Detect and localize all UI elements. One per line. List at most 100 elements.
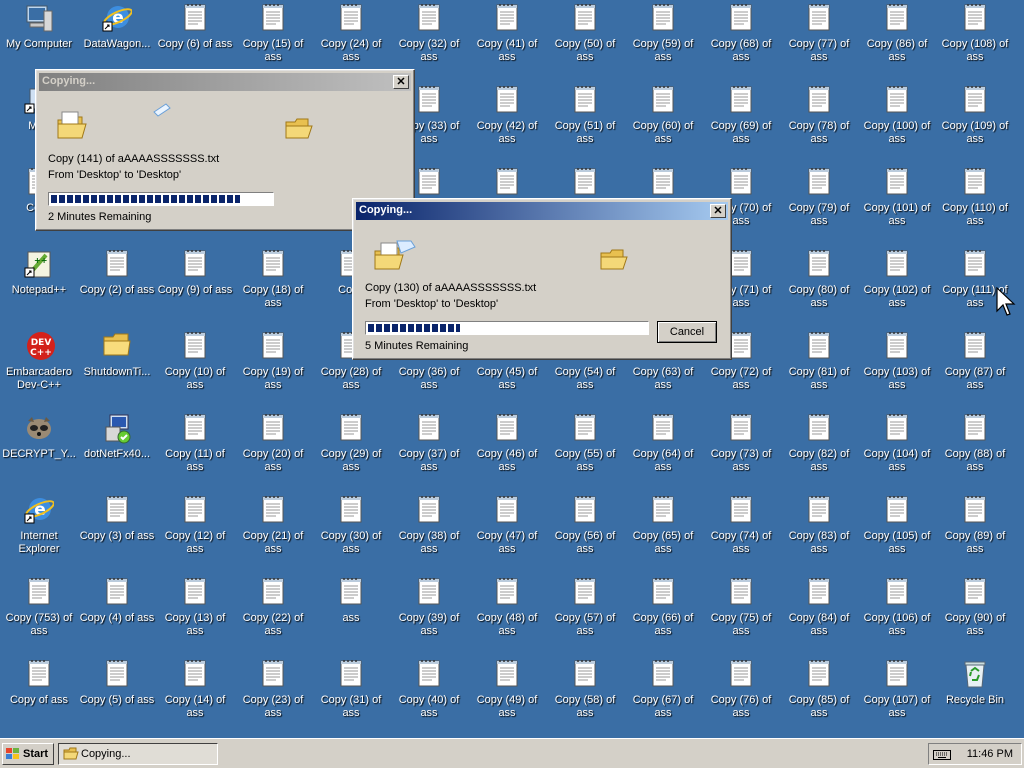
close-button[interactable]: ✕ <box>393 75 409 89</box>
desktop-icon[interactable]: Copy (68) of ass <box>702 0 780 82</box>
desktop-icon[interactable]: Copy (2) of ass <box>78 246 156 328</box>
desktop-icon[interactable]: Copy (85) of ass <box>780 656 858 738</box>
desktop-icon[interactable]: Copy (41) of ass <box>468 0 546 82</box>
text-file-icon <box>492 3 522 35</box>
desktop-icon[interactable]: Copy (77) of ass <box>780 0 858 82</box>
start-button[interactable]: Start <box>2 743 54 765</box>
desktop-icon[interactable]: Copy (84) of ass <box>780 574 858 656</box>
desktop-icon[interactable]: Copy (88) of ass <box>936 410 1014 492</box>
desktop-icon-label: Copy (49) of ass <box>476 694 538 719</box>
desktop-icon[interactable]: Recycle Bin <box>936 656 1014 738</box>
desktop-icon[interactable]: Copy (55) of ass <box>546 410 624 492</box>
desktop-icon[interactable]: Copy (753) of ass <box>0 574 78 656</box>
desktop-icon[interactable]: Copy (29) of ass <box>312 410 390 492</box>
keyboard-icon[interactable] <box>933 748 951 760</box>
desktop-icon[interactable]: Copy (48) of ass <box>468 574 546 656</box>
desktop-icon[interactable]: Copy (87) of ass <box>936 328 1014 410</box>
desktop-icon[interactable]: dotNetFx40... <box>78 410 156 492</box>
desktop-icon[interactable]: Copy (86) of ass <box>858 0 936 82</box>
desktop-icon[interactable]: Copy (10) of ass <box>156 328 234 410</box>
desktop-icon[interactable]: Copy (22) of ass <box>234 574 312 656</box>
desktop-icon[interactable]: Copy (49) of ass <box>468 656 546 738</box>
taskbar-button-copying[interactable]: Copying... <box>58 743 218 765</box>
desktop-icon[interactable]: Copy (3) of ass <box>78 492 156 574</box>
desktop-icon[interactable]: Copy (56) of ass <box>546 492 624 574</box>
desktop-icon[interactable]: DEV C++ Embarcadero Dev-C++ <box>0 328 78 410</box>
desktop-icon[interactable]: Copy (11) of ass <box>156 410 234 492</box>
desktop-icon[interactable]: Copy (76) of ass <box>702 656 780 738</box>
desktop-icon[interactable]: ass <box>312 574 390 656</box>
desktop-icon-label: Copy (83) of ass <box>788 530 850 555</box>
desktop-icon[interactable]: Copy (12) of ass <box>156 492 234 574</box>
desktop-icon[interactable]: Copy (46) of ass <box>468 410 546 492</box>
desktop-icon[interactable]: Copy (5) of ass <box>78 656 156 738</box>
desktop-icon[interactable]: Copy (51) of ass <box>546 82 624 164</box>
desktop-icon[interactable]: Copy (30) of ass <box>312 492 390 574</box>
desktop-icon[interactable]: Copy (59) of ass <box>624 0 702 82</box>
desktop-icon[interactable]: Copy (106) of ass <box>858 574 936 656</box>
cancel-button[interactable]: Cancel <box>657 321 717 343</box>
desktop-icon[interactable]: Copy (79) of ass <box>780 164 858 246</box>
desktop-icon[interactable]: Copy (31) of ass <box>312 656 390 738</box>
desktop-icon[interactable]: Copy (21) of ass <box>234 492 312 574</box>
desktop-icon[interactable]: Copy (75) of ass <box>702 574 780 656</box>
desktop-icon[interactable]: Copy (90) of ass <box>936 574 1014 656</box>
desktop-icon[interactable]: Copy (83) of ass <box>780 492 858 574</box>
desktop-icon[interactable]: Copy (100) of ass <box>858 82 936 164</box>
desktop-icon-label: Embarcadero Dev-C++ <box>5 366 73 391</box>
desktop-icon[interactable]: Copy (20) of ass <box>234 410 312 492</box>
clock[interactable]: 11:46 PM <box>967 748 1013 760</box>
desktop-icon[interactable]: Copy (102) of ass <box>858 246 936 328</box>
desktop-icon[interactable]: ++ Notepad++ <box>0 246 78 328</box>
desktop-icon[interactable]: Copy (64) of ass <box>624 410 702 492</box>
desktop-icon[interactable]: Copy (9) of ass <box>156 246 234 328</box>
desktop-icon[interactable]: Copy (109) of ass <box>936 82 1014 164</box>
text-file-icon <box>882 85 912 117</box>
desktop-icon[interactable]: Copy (23) of ass <box>234 656 312 738</box>
desktop-icon[interactable]: Copy (107) of ass <box>858 656 936 738</box>
desktop-icon[interactable]: Copy (69) of ass <box>702 82 780 164</box>
desktop-icon[interactable]: Copy (67) of ass <box>624 656 702 738</box>
desktop-icon[interactable]: Copy (65) of ass <box>624 492 702 574</box>
desktop-icon[interactable]: Copy (37) of ass <box>390 410 468 492</box>
desktop-icon[interactable]: Copy (108) of ass <box>936 0 1014 82</box>
desktop-icon[interactable]: Copy (73) of ass <box>702 410 780 492</box>
desktop-icon[interactable]: Copy (38) of ass <box>390 492 468 574</box>
desktop-icon[interactable]: Copy (78) of ass <box>780 82 858 164</box>
desktop-icon[interactable]: Copy (101) of ass <box>858 164 936 246</box>
desktop-icon[interactable]: Copy (57) of ass <box>546 574 624 656</box>
text-file-icon <box>180 495 210 527</box>
desktop-icon[interactable]: Copy (81) of ass <box>780 328 858 410</box>
desktop-icon[interactable]: Copy (18) of ass <box>234 246 312 328</box>
desktop-icon[interactable]: Copy (80) of ass <box>780 246 858 328</box>
desktop-icon-label: Copy (47) of ass <box>476 530 538 555</box>
desktop-icon[interactable]: Copy (58) of ass <box>546 656 624 738</box>
desktop-icon[interactable]: Copy (104) of ass <box>858 410 936 492</box>
desktop-icon[interactable]: Copy (4) of ass <box>78 574 156 656</box>
desktop-icon[interactable]: Copy (66) of ass <box>624 574 702 656</box>
dialog-titlebar[interactable]: Copying... ✕ <box>356 202 728 220</box>
desktop-icon[interactable]: Copy (39) of ass <box>390 574 468 656</box>
desktop-icon[interactable]: Copy (14) of ass <box>156 656 234 738</box>
desktop-icon[interactable]: Copy (82) of ass <box>780 410 858 492</box>
desktop-icon[interactable]: Copy (60) of ass <box>624 82 702 164</box>
desktop-icon-label: Copy (73) of ass <box>710 448 772 473</box>
desktop-icon[interactable]: Copy (40) of ass <box>390 656 468 738</box>
desktop-icon[interactable]: DECRYPT_Y... <box>0 410 78 492</box>
desktop-icon[interactable]: Copy (110) of ass <box>936 164 1014 246</box>
desktop-icon[interactable]: Copy (50) of ass <box>546 0 624 82</box>
desktop-icon[interactable]: Copy (74) of ass <box>702 492 780 574</box>
desktop-icon[interactable]: Copy of ass <box>0 656 78 738</box>
text-file-icon <box>336 495 366 527</box>
desktop-icon[interactable]: Copy (13) of ass <box>156 574 234 656</box>
desktop-icon[interactable]: Copy (89) of ass <box>936 492 1014 574</box>
desktop-icon[interactable]: ShutdownTi... <box>78 328 156 410</box>
dialog-titlebar[interactable]: Copying... ✕ <box>39 73 411 91</box>
desktop-icon[interactable]: Copy (103) of ass <box>858 328 936 410</box>
desktop-icon[interactable]: Copy (105) of ass <box>858 492 936 574</box>
desktop-icon[interactable]: Copy (19) of ass <box>234 328 312 410</box>
desktop-icon[interactable]: e Internet Explorer <box>0 492 78 574</box>
close-button[interactable]: ✕ <box>710 204 726 218</box>
desktop-icon[interactable]: Copy (42) of ass <box>468 82 546 164</box>
desktop-icon[interactable]: Copy (47) of ass <box>468 492 546 574</box>
